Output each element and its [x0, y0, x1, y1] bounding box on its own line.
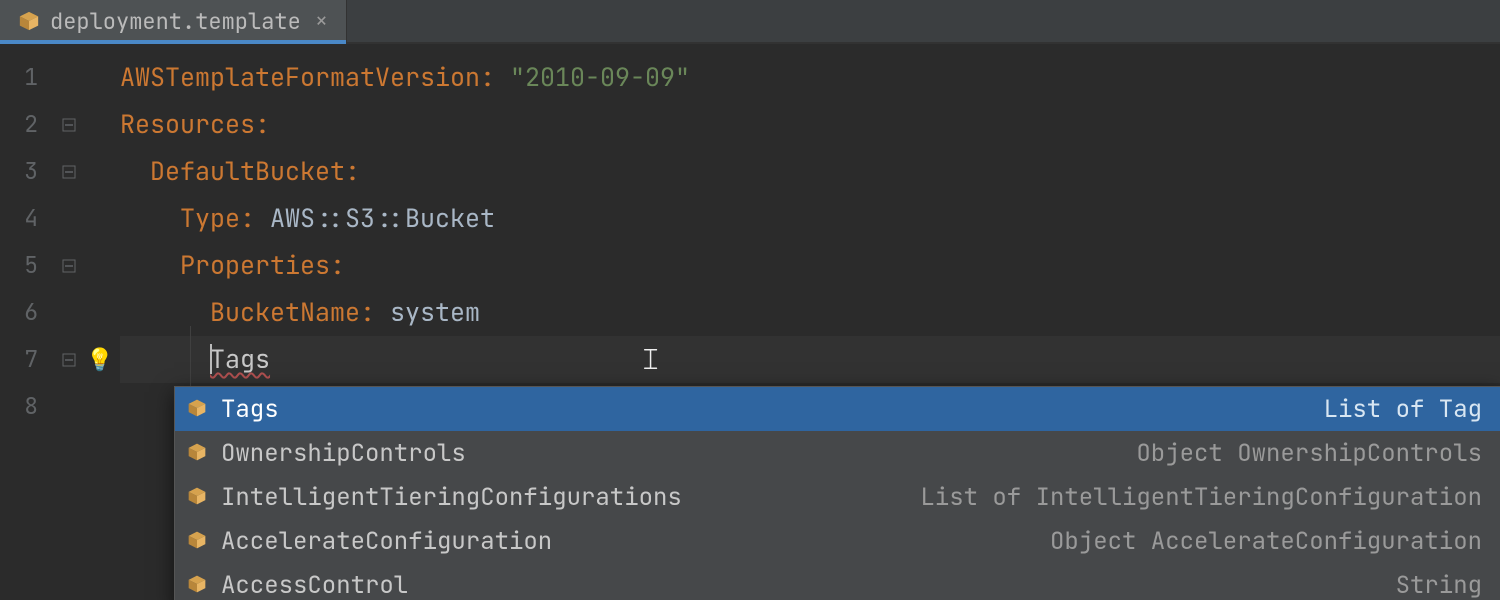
autocomplete-popup[interactable]: Tags List of Tag OwnershipControls Objec… [174, 386, 1500, 600]
yaml-key: Type [180, 201, 240, 235]
autocomplete-label: Tags [221, 394, 1312, 425]
yaml-key: Resources [120, 107, 255, 141]
tab-bar: deployment.template × [0, 0, 1500, 44]
fold-marker-icon[interactable] [58, 148, 80, 195]
property-cube-icon [187, 530, 209, 552]
intention-gutter: 💡 [80, 44, 120, 600]
line-number: 2 [0, 101, 58, 148]
code-line[interactable]: AWSTemplateFormatVersion: "2010-09-09" [120, 54, 1500, 101]
autocomplete-type: Object AccelerateConfiguration [1050, 526, 1482, 557]
code-editor[interactable]: 1 2 3 4 5 6 7 8 💡 AWSTemplat [0, 44, 1500, 600]
autocomplete-item[interactable]: IntelligentTieringConfigurations List of… [175, 475, 1500, 519]
code-line[interactable]: DefaultBucket: [120, 148, 1500, 195]
fold-marker-icon[interactable] [58, 336, 80, 383]
property-cube-icon [187, 574, 209, 596]
autocomplete-type: List of IntelligentTieringConfiguration [920, 482, 1482, 513]
close-tab-icon[interactable]: × [311, 10, 332, 32]
property-cube-icon [187, 442, 209, 464]
autocomplete-label: AccelerateConfiguration [221, 526, 1038, 557]
code-line[interactable]: BucketName: system [120, 289, 1500, 336]
fold-gutter [58, 44, 80, 600]
autocomplete-item[interactable]: AccelerateConfiguration Object Accelerat… [175, 519, 1500, 563]
line-number: 6 [0, 289, 58, 336]
autocomplete-type: List of Tag [1324, 394, 1482, 425]
fold-marker-icon[interactable] [58, 242, 80, 289]
line-number: 4 [0, 195, 58, 242]
property-cube-icon [187, 486, 209, 508]
autocomplete-item-selected[interactable]: Tags List of Tag [175, 387, 1500, 431]
line-number-gutter: 1 2 3 4 5 6 7 8 [0, 44, 58, 600]
code-line-current[interactable]: Tags [120, 336, 1500, 383]
line-number: 3 [0, 148, 58, 195]
autocomplete-label: OwnershipControls [221, 438, 1124, 469]
typed-token: Tags [210, 342, 270, 376]
yaml-string: "2010-09-09" [510, 60, 690, 94]
autocomplete-item[interactable]: OwnershipControls Object OwnershipContro… [175, 431, 1500, 475]
yaml-key: Properties [180, 248, 330, 282]
yaml-value: AWS::S3::Bucket [270, 201, 495, 235]
autocomplete-item[interactable]: AccessControl String [175, 563, 1500, 600]
code-line[interactable]: Type: AWS::S3::Bucket [120, 195, 1500, 242]
yaml-key: DefaultBucket [150, 154, 345, 188]
text-caret [210, 344, 212, 374]
tab-filename: deployment.template [50, 7, 301, 36]
yaml-key: BucketName [210, 295, 360, 329]
code-line[interactable]: Properties: [120, 242, 1500, 289]
autocomplete-type: Object OwnershipControls [1136, 438, 1482, 469]
autocomplete-label: AccessControl [221, 570, 1384, 600]
line-number: 1 [0, 54, 58, 101]
fold-marker-icon[interactable] [58, 101, 80, 148]
yaml-key: AWSTemplateFormatVersion [120, 60, 480, 94]
yaml-value: system [390, 295, 480, 329]
aws-cloudformation-icon [18, 10, 40, 32]
line-number: 5 [0, 242, 58, 289]
line-number: 7 [0, 336, 58, 383]
autocomplete-type: String [1396, 570, 1482, 600]
property-cube-icon [187, 398, 209, 420]
editor-tab-active[interactable]: deployment.template × [0, 0, 347, 42]
autocomplete-label: IntelligentTieringConfigurations [221, 482, 908, 513]
code-line[interactable]: Resources: [120, 101, 1500, 148]
intention-bulb-icon[interactable]: 💡 [86, 345, 113, 374]
line-number: 8 [0, 383, 58, 430]
